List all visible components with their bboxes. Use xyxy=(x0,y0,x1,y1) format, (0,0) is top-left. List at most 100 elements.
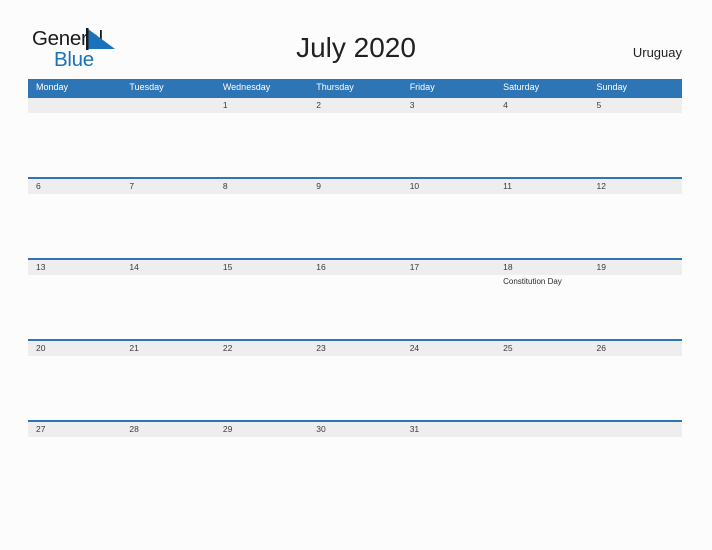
day-cell[interactable]: 14 xyxy=(121,260,214,275)
day-event-cell xyxy=(589,113,682,177)
day-cell[interactable]: 28 xyxy=(121,422,214,437)
day-event-cell xyxy=(121,275,214,339)
week-event-layer: Constitution Day xyxy=(28,275,682,339)
day-cell[interactable]: 29 xyxy=(215,422,308,437)
day-event-cell xyxy=(121,194,214,258)
day-cell[interactable]: 3 xyxy=(402,98,495,113)
day-event-cell xyxy=(215,356,308,420)
day-cell[interactable]: 22 xyxy=(215,341,308,356)
calendar-grid: Monday Tuesday Wednesday Thursday Friday Satu… xyxy=(28,79,682,501)
day-cell[interactable]: 27 xyxy=(28,422,121,437)
weekday-header-wednesday: Wednesday xyxy=(222,82,271,92)
week-event-layer xyxy=(28,356,682,420)
day-event-cell xyxy=(402,194,495,258)
day-number: 29 xyxy=(222,424,233,434)
day-cell[interactable]: 19 xyxy=(589,260,682,275)
weekday-header-saturday: Saturday xyxy=(503,82,540,92)
day-event-cell xyxy=(308,113,401,177)
calendar-week-row: 20 21 22 23 24 25 26 xyxy=(28,339,682,420)
day-event-cell xyxy=(402,356,495,420)
day-event-cell xyxy=(308,194,401,258)
day-event-cell xyxy=(28,437,121,501)
day-cell[interactable]: 5 xyxy=(589,98,682,113)
day-cell[interactable]: 18 xyxy=(495,260,588,275)
day-event-cell xyxy=(308,437,401,501)
day-cell[interactable]: 20 xyxy=(28,341,121,356)
day-event-cell xyxy=(308,356,401,420)
day-number: 2 xyxy=(316,100,321,110)
day-cell[interactable]: 8 xyxy=(215,179,308,194)
week-event-layer xyxy=(28,113,682,177)
day-event-cell xyxy=(215,275,308,339)
day-number: 4 xyxy=(503,100,508,110)
day-cell[interactable]: 10 xyxy=(402,179,495,194)
week-event-layer xyxy=(28,194,682,258)
week-event-layer xyxy=(28,437,682,501)
day-number: 16 xyxy=(316,262,326,272)
day-cell[interactable]: 11 xyxy=(495,179,588,194)
day-cell[interactable]: 1 xyxy=(215,98,308,113)
day-cell[interactable]: 23 xyxy=(308,341,401,356)
day-number: 5 xyxy=(596,100,602,110)
day-event-cell xyxy=(589,194,682,258)
day-number: 23 xyxy=(316,343,326,353)
day-cell[interactable]: 4 xyxy=(495,98,588,113)
day-number: 12 xyxy=(596,181,606,191)
page-header: General Blue July 2020 Uruguay xyxy=(0,0,712,79)
day-cell-empty xyxy=(121,98,214,113)
day-event-cell xyxy=(121,437,214,501)
day-cell[interactable]: 6 xyxy=(28,179,121,194)
day-cell[interactable]: 2 xyxy=(308,98,401,113)
day-event-cell xyxy=(215,437,308,501)
day-cell[interactable]: 26 xyxy=(589,341,682,356)
day-cell[interactable]: 15 xyxy=(215,260,308,275)
day-number: 10 xyxy=(409,181,420,191)
day-event-cell xyxy=(215,194,308,258)
day-number: 19 xyxy=(596,262,606,272)
day-event-cell xyxy=(589,437,682,501)
day-cell[interactable]: 25 xyxy=(495,341,588,356)
day-number: 22 xyxy=(222,343,233,353)
day-number: 26 xyxy=(596,343,606,353)
calendar-week-row: 1 2 3 4 5 xyxy=(28,96,682,177)
day-event-cell xyxy=(402,113,495,177)
day-cell[interactable]: 24 xyxy=(402,341,495,356)
day-number: 11 xyxy=(503,181,512,191)
country-label: Uruguay xyxy=(632,45,682,60)
weekday-header-thursday: Thursday xyxy=(316,82,354,92)
week-date-band: 1 2 3 4 5 xyxy=(28,96,682,113)
day-event-cell xyxy=(28,194,121,258)
day-number: 3 xyxy=(409,100,415,110)
day-number: 30 xyxy=(316,424,326,434)
day-cell[interactable]: 9 xyxy=(308,179,401,194)
day-number: 6 xyxy=(36,181,41,191)
day-cell[interactable]: 31 xyxy=(402,422,495,437)
day-cell-empty xyxy=(589,422,682,437)
page-title: July 2020 xyxy=(296,32,416,63)
day-number: 7 xyxy=(129,181,135,191)
day-number: 17 xyxy=(409,262,420,272)
day-number: 9 xyxy=(316,181,321,191)
day-cell[interactable]: 7 xyxy=(121,179,214,194)
day-cell[interactable]: 17 xyxy=(402,260,495,275)
day-event-cell xyxy=(215,113,308,177)
day-number: 24 xyxy=(409,343,420,353)
day-cell[interactable]: 30 xyxy=(308,422,401,437)
day-cell[interactable]: 16 xyxy=(308,260,401,275)
day-cell[interactable]: 13 xyxy=(28,260,121,275)
day-cell-empty xyxy=(28,98,121,113)
day-event-cell xyxy=(495,356,588,420)
day-event-cell xyxy=(495,194,588,258)
weekday-header-row: Monday Tuesday Wednesday Thursday Friday Satu… xyxy=(28,79,682,96)
day-number: 18 xyxy=(503,262,513,272)
week-date-band: 6 7 8 9 10 11 12 xyxy=(28,177,682,194)
day-cell[interactable]: 21 xyxy=(121,341,214,356)
weekday-header-tuesday: Tuesday xyxy=(129,82,164,92)
day-event-cell xyxy=(495,113,588,177)
week-date-band: 27 28 29 30 31 xyxy=(28,420,682,437)
day-cell[interactable]: 12 xyxy=(589,179,682,194)
calendar-week-row: 27 28 29 30 31 xyxy=(28,420,682,501)
day-event-cell: Constitution Day xyxy=(495,275,588,339)
week-date-band: 13 14 15 16 17 18 19 xyxy=(28,258,682,275)
day-event-cell xyxy=(495,437,588,501)
